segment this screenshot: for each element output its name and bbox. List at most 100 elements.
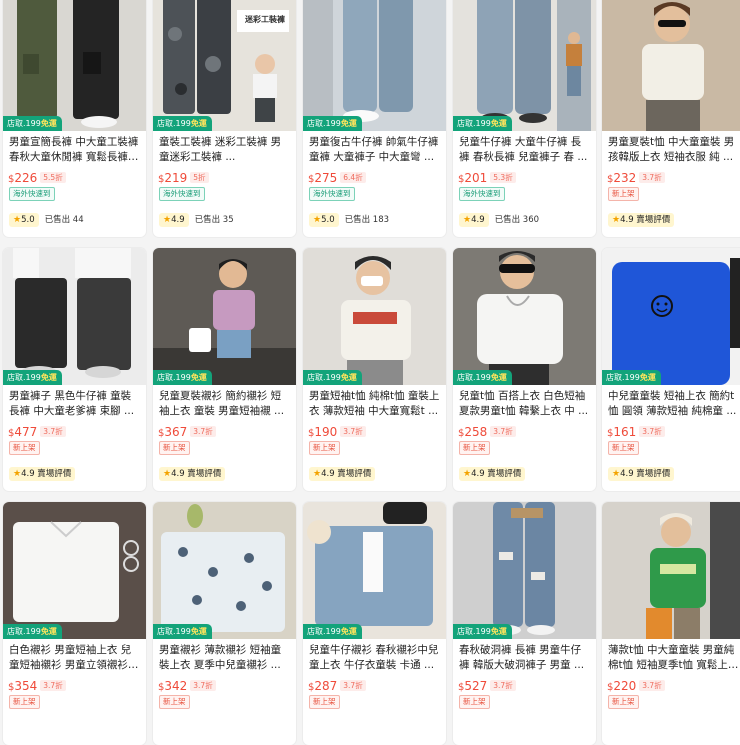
price-row: $287 3.7折: [308, 675, 366, 693]
badge-price: .199: [23, 119, 41, 128]
shop-pickup-badge: 店取.199免運: [453, 370, 512, 385]
product-card[interactable]: 店取.199免運兒童牛仔襯衫 春秋襯衫中兒童上衣 牛仔衣童裝 卡通 ... $28…: [303, 502, 446, 745]
price-value: 367: [164, 425, 188, 439]
product-card[interactable]: 迷彩工裝褲 店取.199免運 童裝工裝褲 迷彩工裝褲 男童迷彩工裝褲 ... $219…: [153, 0, 296, 237]
rating-badge: ★4.9 賣場評價: [608, 467, 675, 481]
product-card[interactable]: 店取.199免運白色襯衫 男童短袖上衣 兒童短袖襯衫 男童立領襯衫 ... $35…: [3, 502, 146, 745]
product-image[interactable]: 店取.199免運: [303, 502, 446, 639]
rating-label: 賣場評價: [484, 469, 522, 479]
product-image[interactable]: 店取.199免運: [153, 502, 296, 639]
product-title[interactable]: 男童復古牛仔褲 帥氣牛仔褲 童褲 大童褲子 中大童彎 ...: [309, 135, 441, 165]
rating-label: 賣場評價: [633, 469, 671, 479]
star-icon: ★: [313, 469, 322, 479]
product-title[interactable]: 春秋破洞褲 長褲 男童牛仔褲 韓版大破洞褲子 男童 ...: [459, 643, 591, 673]
shop-pickup-badge: 店取.199免運: [153, 624, 212, 639]
rating-row: ★4.9 賣場評價: [9, 461, 76, 481]
product-title[interactable]: 兒童t恤 百搭上衣 白色短袖 夏款男童t恤 韓繫上衣 中 ...: [459, 389, 591, 419]
price-row: $190 3.7折: [308, 421, 366, 439]
product-title[interactable]: 男童襯衫 薄款襯衫 短袖童裝上衣 夏季中兒童襯衫 ...: [159, 643, 291, 673]
shop-pickup-badge: 店取.199免運: [153, 116, 212, 131]
product-image[interactable]: 店取.199免運: [3, 0, 146, 131]
product-price: $232: [607, 171, 636, 185]
product-title[interactable]: 兒童牛仔襯衫 春秋襯衫中兒童上衣 牛仔衣童裝 卡通 ...: [309, 643, 441, 673]
product-image[interactable]: 店取.199免運: [453, 0, 596, 131]
product-title[interactable]: 兒童牛仔褲 大童牛仔褲 長褲 春秋長褲 兒童褲子 春 ...: [459, 135, 591, 165]
rating-value: 4.9: [171, 215, 185, 225]
product-card[interactable]: 店取.199免運兒童夏裝襯衫 簡約襯衫 短袖上衣 童裝 男童短袖襯 ... $36…: [153, 248, 296, 491]
product-title[interactable]: 兒童夏裝襯衫 簡約襯衫 短袖上衣 童裝 男童短袖襯 ...: [159, 389, 291, 419]
product-title[interactable]: 童裝工裝褲 迷彩工裝褲 男童迷彩工裝褲 ...: [159, 135, 291, 165]
rating-value: 4.9: [471, 215, 485, 225]
product-price: $367: [158, 425, 187, 439]
product-price: $226: [8, 171, 37, 185]
badge-ship: 免運: [340, 373, 357, 382]
product-card[interactable]: 薄款t恤 中大童童裝 男童純棉t恤 短袖夏季t恤 寬鬆上 ... $2203.7折…: [602, 502, 740, 745]
product-card[interactable]: 店取.199免運 男童襯衫 薄款襯衫 短袖童裝上衣 夏季中兒童襯衫 ... $342…: [153, 502, 296, 745]
badge-ship: 免運: [190, 373, 207, 382]
badge-price: .199: [473, 627, 491, 636]
product-image[interactable]: 店取.199免運: [453, 502, 596, 639]
shop-pickup-badge: 店取.199免運: [303, 116, 362, 131]
badge-ship: 免運: [40, 627, 57, 636]
product-image[interactable]: 店取.199免運: [303, 0, 446, 131]
new-arrival-tag: 新上架: [608, 187, 639, 201]
price-row: $527 3.7折: [458, 675, 516, 693]
rating-value: 5.0: [21, 215, 35, 225]
overseas-shipping-tag: 海外快速到: [9, 187, 55, 201]
product-image[interactable]: 店取.199免運: [153, 248, 296, 385]
new-arrival-tag: 新上架: [608, 441, 639, 455]
badge-ship: 免運: [490, 627, 507, 636]
badge-prefix: 店取: [307, 119, 323, 128]
product-image[interactable]: 店取.199免運: [303, 248, 446, 385]
product-price: $354: [8, 679, 37, 693]
product-title[interactable]: 薄款t恤 中大童童裝 男童純棉t恤 短袖夏季t恤 寬鬆上 ...: [608, 643, 740, 673]
rating-badge: ★4.9: [459, 213, 489, 227]
product-card[interactable]: 店取.199免運男童褲子 黑色牛仔褲 童裝長褲 中大童老爹褲 束腳 ... $47…: [3, 248, 146, 491]
product-card[interactable]: 店取.199免運男童復古牛仔褲 帥氣牛仔褲 童褲 大童褲子 中大童彎 ... $2…: [303, 0, 446, 237]
product-price: $220: [607, 679, 636, 693]
product-title[interactable]: 男童褲子 黑色牛仔褲 童裝長褲 中大童老爹褲 束腳 ...: [9, 389, 141, 419]
price-value: 190: [314, 425, 338, 439]
badge-prefix: 店取: [7, 627, 23, 636]
rating-row: ★5.0 已售出 183: [309, 207, 389, 227]
product-image[interactable]: [602, 502, 740, 639]
price-row: $477 3.7折: [8, 421, 66, 439]
product-image[interactable]: 店取.199免運: [602, 248, 740, 385]
product-image[interactable]: 迷彩工裝褲店取.199免運: [153, 0, 296, 131]
star-icon: ★: [163, 215, 172, 225]
product-price: $258: [458, 425, 487, 439]
price-value: 232: [613, 171, 637, 185]
price-row: $275 6.4折: [308, 167, 366, 185]
product-title[interactable]: 中兒童童裝 短袖上衣 簡約t恤 圓領 薄款短袖 純棉童 ...: [608, 389, 740, 419]
badge-prefix: 店取: [157, 119, 173, 128]
product-title[interactable]: 白色襯衫 男童短袖上衣 兒童短袖襯衫 男童立領襯衫 ...: [9, 643, 141, 673]
price-row: $226 5.5折: [8, 167, 66, 185]
product-price: $201: [458, 171, 487, 185]
product-image[interactable]: 店取.199免運: [453, 248, 596, 385]
product-image[interactable]: [602, 0, 740, 131]
discount-badge: 5折: [190, 172, 209, 183]
product-card[interactable]: 店取.199免運男童宣簡長褲 中大童工裝褲 春秋大童休閒褲 寬鬆長褲 男童長褲 …: [3, 0, 146, 237]
rating-value: 5.0: [321, 215, 335, 225]
product-image[interactable]: 店取.199免運: [3, 502, 146, 639]
badge-prefix: 店取: [7, 373, 23, 382]
star-icon: ★: [163, 469, 172, 479]
product-card[interactable]: 男童夏裝t恤 中大童童裝 男孩韓版上衣 短袖衣服 純 ... $232 3.7折 新上…: [602, 0, 740, 237]
product-card[interactable]: 店取.199免運兒童牛仔褲 大童牛仔褲 長褲 春秋長褲 兒童褲子 春 ... $2…: [453, 0, 596, 237]
overseas-shipping-tag: 海外快速到: [159, 187, 205, 201]
discount-badge: 3.7折: [639, 680, 665, 691]
product-card[interactable]: 店取.199免運男童短袖t恤 純棉t恤 童裝上衣 薄款短袖 中大童寬鬆t ...…: [303, 248, 446, 491]
star-icon: ★: [463, 469, 472, 479]
product-card[interactable]: 店取.199免運春秋破洞褲 長褲 男童牛仔褲 韓版大破洞褲子 男童 ... $52…: [453, 502, 596, 745]
product-card[interactable]: 店取.199免運兒童t恤 百搭上衣 白色短袖 夏款男童t恤 韓繫上衣 中 ...…: [453, 248, 596, 491]
product-card[interactable]: 店取.199免運 中兒童童裝 短袖上衣 簡約t恤 圓領 薄款短袖 純棉童 ... $…: [602, 248, 740, 491]
product-title[interactable]: 男童宣簡長褲 中大童工裝褲 春秋大童休閒褲 寬鬆長褲 男童長褲 ...: [9, 135, 141, 165]
product-image[interactable]: 店取.199免運: [3, 248, 146, 385]
overseas-shipping-tag: 海外快速到: [309, 187, 355, 201]
rating-row: ★4.9 已售出 35: [159, 207, 234, 227]
badge-prefix: 店取: [457, 119, 473, 128]
product-title[interactable]: 男童短袖t恤 純棉t恤 童裝上衣 薄款短袖 中大童寬鬆t ...: [309, 389, 441, 419]
image-overlay-text: 迷彩工裝褲: [245, 15, 285, 24]
rating-row: ★4.9 賣場評價: [159, 461, 226, 481]
product-title[interactable]: 男童夏裝t恤 中大童童裝 男孩韓版上衣 短袖衣服 純 ...: [608, 135, 740, 165]
